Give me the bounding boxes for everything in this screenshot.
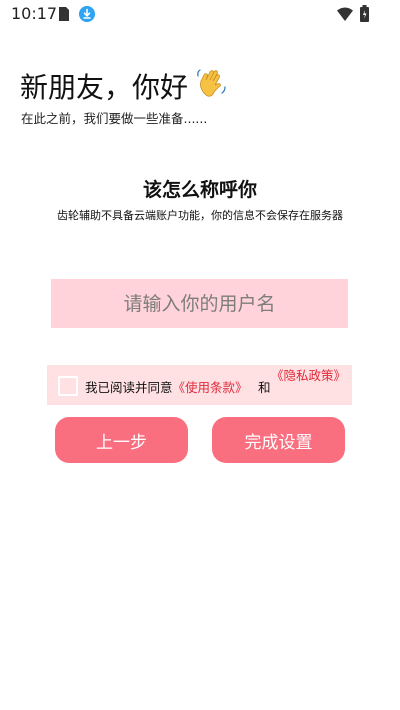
- question-title: 该怎么称呼你: [142, 179, 257, 201]
- battery-icon: [360, 5, 369, 22]
- back-button[interactable]: 上一步: [55, 417, 188, 463]
- privacy-policy-link[interactable]: 《隐私政策》: [271, 368, 346, 383]
- terms-link[interactable]: 《使用条款》: [173, 380, 248, 395]
- wifi-icon: [337, 7, 353, 21]
- agreement-prefix: 我已阅读并同意: [85, 380, 173, 395]
- sim-card-icon: [59, 7, 69, 21]
- username-input[interactable]: [51, 279, 348, 328]
- agreement-row: 我已阅读并同意《使用条款》 和 《隐私政策》: [47, 365, 352, 405]
- agreement-checkbox[interactable]: [58, 376, 78, 396]
- agreement-text: 我已阅读并同意《使用条款》: [85, 377, 248, 396]
- greeting-title: 新朋友，你好: [20, 71, 189, 104]
- greeting-subtitle: 在此之前，我们要做一些准备......: [21, 111, 208, 126]
- agreement-and: 和: [258, 380, 271, 395]
- download-icon: [79, 6, 95, 22]
- status-bar: 10:17: [0, 0, 400, 28]
- waving-hand-icon: [197, 69, 226, 97]
- status-time: 10:17: [11, 4, 58, 23]
- finish-setup-button[interactable]: 完成设置: [212, 417, 345, 463]
- privacy-notice: 齿轮辅助不具备云端账户功能，你的信息不会保存在服务器: [57, 209, 343, 222]
